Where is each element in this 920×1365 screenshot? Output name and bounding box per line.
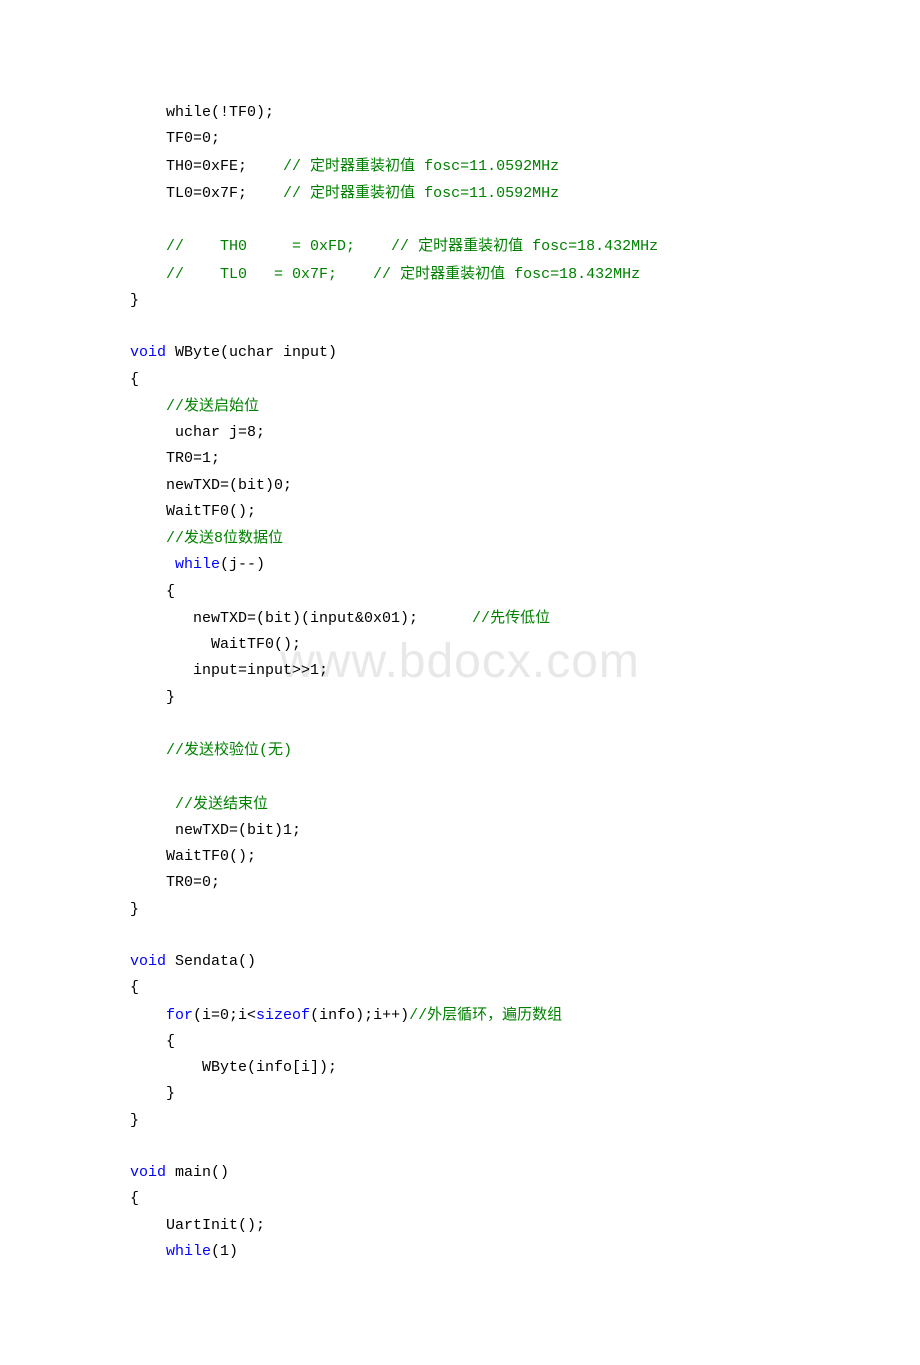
comment: 外层循环，遍历数组	[427, 1006, 562, 1023]
keyword: sizeof	[256, 1007, 310, 1024]
comment: //	[355, 238, 418, 255]
code-page: while(!TF0); TF0=0; TH0=0xFE; // 定时器重装初值…	[0, 0, 920, 1365]
code-line: WByte(info[i]);	[130, 1059, 337, 1076]
code-line: TL0=0x7F;	[130, 185, 247, 202]
code-line: {	[130, 1033, 175, 1050]
keyword: void	[130, 1164, 166, 1181]
comment: // TH0 = 0xFD;	[130, 238, 355, 255]
keyword: for	[166, 1007, 193, 1024]
comment: 8	[214, 530, 223, 547]
comment: //	[247, 158, 310, 175]
comment: //	[130, 742, 184, 759]
keyword: void	[130, 344, 166, 361]
comment: fosc=18.432MHz	[523, 238, 658, 255]
code-line	[130, 556, 175, 573]
code-line: WaitTF0();	[130, 636, 301, 653]
comment: //	[409, 1007, 427, 1024]
comment: 发送校验位	[184, 741, 259, 758]
code-line: while(!TF0);	[130, 104, 274, 121]
comment: )	[283, 742, 292, 759]
code-line: newTXD=(bit)0;	[130, 477, 292, 494]
comment: 无	[268, 741, 283, 758]
comment: 发送	[184, 529, 214, 546]
comment: //	[130, 796, 193, 813]
code-line: }	[130, 689, 175, 706]
code-line: (j--)	[220, 556, 265, 573]
comment: // TL0 = 0x7F;	[130, 266, 337, 283]
code-line: uchar j=8;	[130, 424, 265, 441]
code-line: WaitTF0();	[130, 848, 256, 865]
comment: 定时器重装初值	[418, 237, 523, 254]
comment: fosc=11.0592MHz	[415, 185, 559, 202]
comment: 定时器重装初值	[400, 265, 505, 282]
comment: //	[418, 610, 490, 627]
comment: //	[130, 398, 184, 415]
code-line: input=input>>1;	[130, 662, 328, 679]
comment: (	[259, 742, 268, 759]
keyword: while	[166, 1243, 211, 1260]
code-line: main()	[166, 1164, 229, 1181]
code-line: {	[130, 371, 139, 388]
code-line: TR0=1;	[130, 450, 220, 467]
code-line: TF0=0;	[130, 130, 220, 147]
code-line: TH0=0xFE;	[130, 158, 247, 175]
comment: 发送启始位	[184, 397, 259, 414]
comment: fosc=11.0592MHz	[415, 158, 559, 175]
comment: //	[247, 185, 310, 202]
code-line: {	[130, 1190, 139, 1207]
code-line: newTXD=(bit)1;	[130, 822, 301, 839]
comment: 定时器重装初值	[310, 184, 415, 201]
code-line: {	[130, 583, 175, 600]
code-line	[130, 1243, 166, 1260]
comment: 发送结束位	[193, 795, 268, 812]
comment: fosc=18.432MHz	[505, 266, 640, 283]
code-line: newTXD=(bit)(input&0x01);	[130, 610, 418, 627]
comment: //	[337, 266, 400, 283]
comment: 位数据位	[223, 529, 283, 546]
code-line: TR0=0;	[130, 874, 220, 891]
code-line: {	[130, 979, 139, 996]
code-block: while(!TF0); TF0=0; TH0=0xFE; // 定时器重装初值…	[130, 100, 790, 1265]
comment: 定时器重装初值	[310, 157, 415, 174]
code-line: (1)	[211, 1243, 238, 1260]
code-line: }	[130, 1112, 139, 1129]
comment: //	[130, 530, 184, 547]
code-line: (info);i++)	[310, 1007, 409, 1024]
keyword: while	[175, 556, 220, 573]
code-line	[130, 1007, 166, 1024]
code-line: }	[130, 292, 139, 309]
code-line: }	[130, 901, 139, 918]
comment: 先传低位	[490, 609, 550, 626]
code-line: }	[130, 1085, 175, 1102]
keyword: void	[130, 953, 166, 970]
code-line: WByte(uchar input)	[166, 344, 337, 361]
code-line: (i=0;i<	[193, 1007, 256, 1024]
code-line: UartInit();	[130, 1217, 265, 1234]
code-line: Sendata()	[166, 953, 256, 970]
code-line: WaitTF0();	[130, 503, 256, 520]
